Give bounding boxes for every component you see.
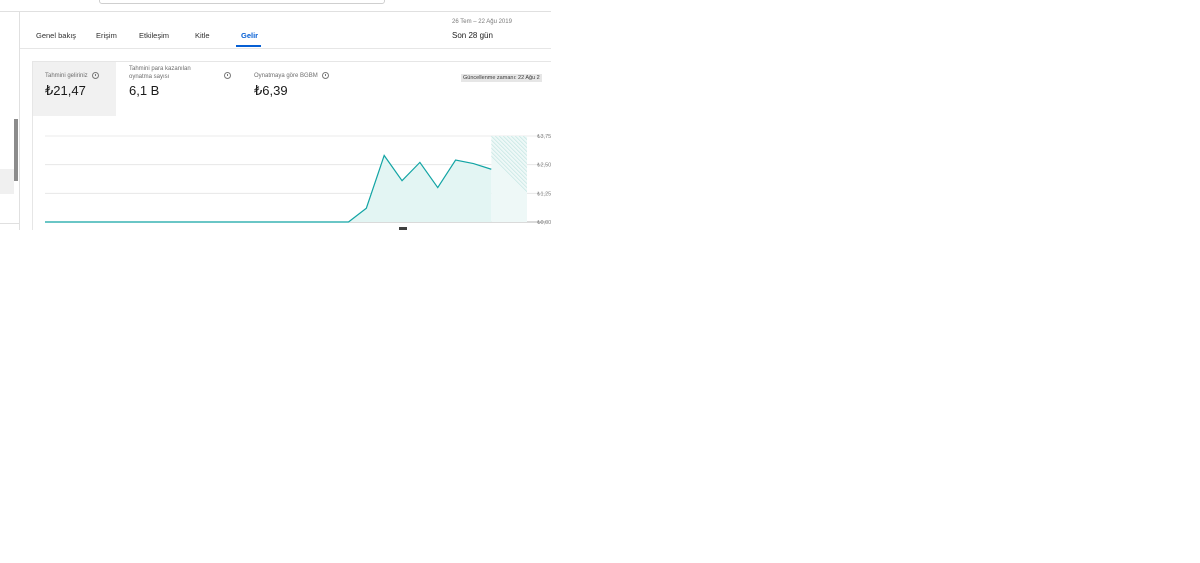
sidebar-scrollbar[interactable] [14, 119, 18, 181]
chart-point[interactable] [240, 221, 243, 224]
chart-hatch-line [543, 136, 551, 222]
chart-point[interactable] [508, 168, 511, 171]
date-range-label[interactable]: Son 28 gün [452, 31, 493, 40]
chart-hatch-line [523, 136, 527, 141]
sidebar-item-selected[interactable] [0, 169, 14, 194]
chart-point[interactable] [490, 168, 493, 171]
top-header [0, 0, 551, 12]
chart-point[interactable] [168, 221, 171, 224]
chart-point[interactable] [347, 221, 350, 224]
chart-point[interactable] [418, 161, 421, 164]
active-tab-indicator [236, 45, 261, 47]
sidebar-divider [0, 223, 19, 224]
chart-point[interactable] [454, 159, 457, 162]
revenue-chart[interactable]: ₺3,75 ₺2,50 ₺1,25 ₺0,00 [33, 62, 551, 230]
chart-point[interactable] [472, 162, 475, 165]
chart-point[interactable] [526, 168, 529, 171]
chart-point[interactable] [151, 221, 154, 224]
chart-hatch-line [547, 136, 551, 222]
chart-point[interactable] [97, 221, 100, 224]
search-input[interactable] [99, 0, 385, 4]
left-sidebar [0, 12, 20, 230]
chart-y-tick-label: ₺1,25 [537, 191, 551, 197]
tab-genel-bakis[interactable]: Genel bakış [36, 31, 76, 40]
tab-erisim[interactable]: Erişim [96, 31, 117, 40]
chart-point[interactable] [222, 221, 225, 224]
chart-point[interactable] [133, 221, 136, 224]
chart-point[interactable] [115, 221, 118, 224]
chart-hatch-line [539, 136, 551, 222]
chart-point[interactable] [436, 186, 439, 189]
chart-partial-zone-bg [491, 136, 527, 222]
chart-point[interactable] [186, 221, 189, 224]
chart-point[interactable] [258, 221, 261, 224]
revenue-card: Tahmini geliriniz ₺21,47 Tahmini para ka… [32, 61, 551, 230]
tab-etkilesim[interactable]: Etkileşim [139, 31, 169, 40]
chart-point[interactable] [204, 221, 207, 224]
chart-y-tick-label: ₺2,50 [537, 163, 551, 169]
chart-point[interactable] [365, 207, 368, 210]
blank-area [0, 230, 1200, 563]
chart-point[interactable] [383, 154, 386, 157]
chart-point[interactable] [276, 221, 279, 224]
chart-hatch-line [527, 136, 551, 222]
tab-kitle[interactable]: Kitle [195, 31, 210, 40]
chart-point[interactable] [311, 221, 314, 224]
chart-point[interactable] [44, 221, 47, 224]
tab-gelir[interactable]: Gelir [241, 31, 258, 40]
chart-y-tick-label: ₺3,75 [537, 134, 551, 140]
chart-hatch-line [535, 136, 551, 222]
date-range-text[interactable]: 26 Tem – 22 Ağu 2019 [452, 19, 512, 25]
chart-point[interactable] [329, 221, 332, 224]
chart-point[interactable] [293, 221, 296, 224]
chart-point[interactable] [79, 221, 82, 224]
chart-y-axis: ₺3,75 ₺2,50 ₺1,25 ₺0,00 [537, 134, 551, 226]
chart-point[interactable] [401, 179, 404, 182]
analytics-viewport: Genel bakış Erişim Etkileşim Kitle Gelir… [0, 0, 551, 230]
chart-area-fill [45, 155, 492, 222]
chart-hatch-line [531, 136, 551, 222]
chart-y-tick-label: ₺0,00 [537, 220, 551, 226]
chart-point[interactable] [61, 221, 64, 224]
